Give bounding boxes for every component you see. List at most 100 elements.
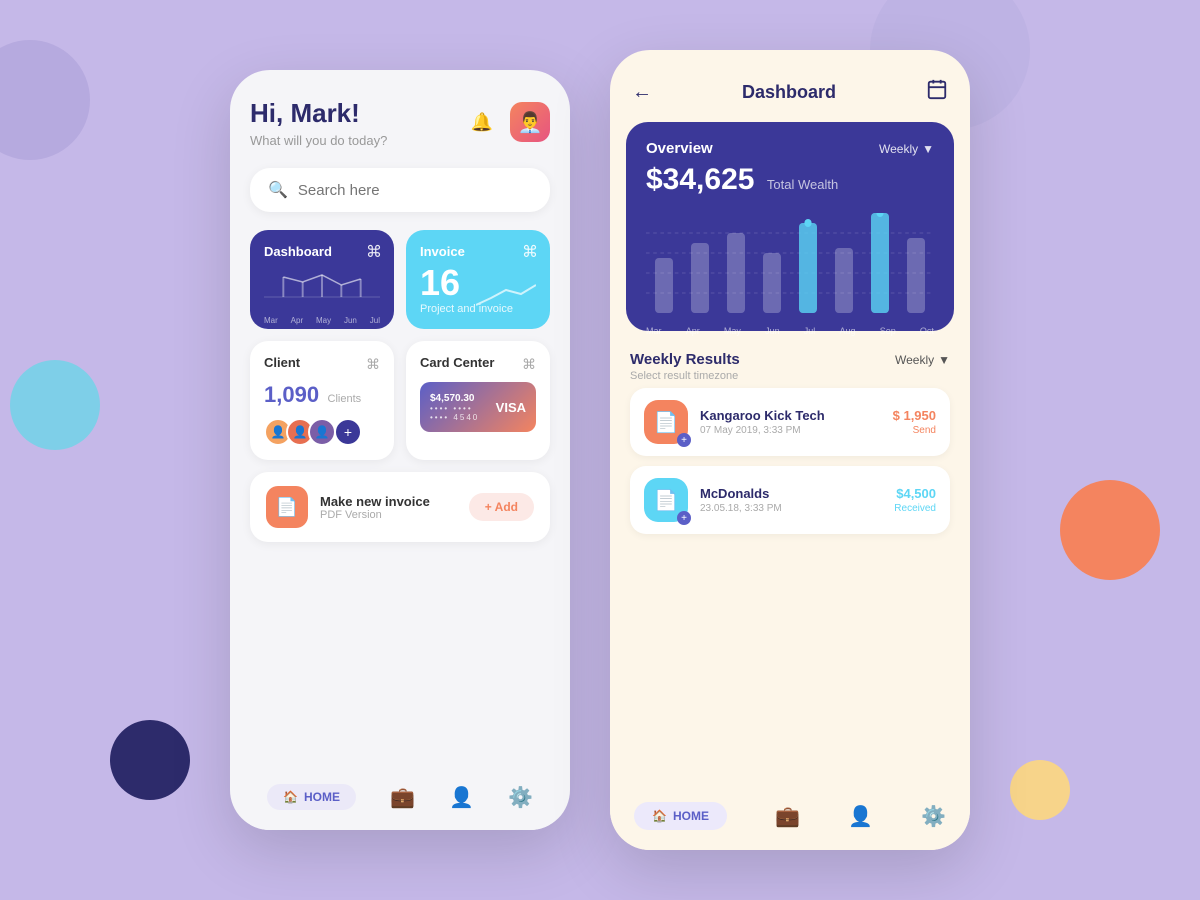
right-nav-work[interactable]: 💼 bbox=[775, 804, 800, 829]
card-center-card[interactable]: Card Center ⌘ $4,570.30 •••• •••• •••• 4… bbox=[406, 341, 550, 460]
make-invoice-row: 📄 Make new invoice PDF Version + Add bbox=[250, 472, 550, 542]
trans-amount-value-1: $ 1,950 bbox=[893, 408, 936, 423]
back-button[interactable]: ← bbox=[632, 81, 652, 104]
dashboard-card-title: Dashboard bbox=[264, 244, 380, 259]
right-briefcase-icon: 💼 bbox=[775, 804, 800, 829]
trans-plus-1: + bbox=[677, 433, 691, 447]
avatar-group: 👤 👤 👤 + bbox=[264, 418, 380, 446]
settings-icon: ⚙️ bbox=[508, 785, 533, 810]
dashboard-chart-labels: Mar Apr May Jun Jul bbox=[264, 316, 380, 325]
weekly-dropdown[interactable]: Weekly ▼ bbox=[879, 142, 934, 156]
right-person-icon: 👤 bbox=[848, 804, 873, 829]
trans-amount-1: $ 1,950 Send bbox=[893, 408, 936, 436]
avatar[interactable]: 👨‍💼 bbox=[510, 102, 550, 142]
greeting-subtitle: What will you do today? bbox=[250, 133, 387, 148]
invoice-card-title: Invoice bbox=[420, 244, 536, 259]
weekly-label: Weekly bbox=[879, 142, 918, 156]
right-nav-home[interactable]: 🏠 HOME bbox=[634, 802, 727, 830]
invoice-curve bbox=[476, 280, 536, 315]
weekly-results-title: Weekly Results bbox=[630, 351, 740, 368]
trans-name-2: McDonalds bbox=[700, 486, 882, 501]
header-icons: 🔔 👨‍💼 bbox=[464, 102, 550, 142]
trans-type-1: Send bbox=[893, 425, 936, 436]
bg-circle-4 bbox=[1060, 480, 1160, 580]
overview-header: Overview Weekly ▼ bbox=[646, 140, 934, 157]
right-phone: ← Dashboard Overview Weekly ▼ bbox=[610, 50, 970, 850]
right-nav-settings[interactable]: ⚙️ bbox=[921, 804, 946, 829]
trans-amount-value-2: $4,500 bbox=[894, 486, 936, 501]
phones-container: Hi, Mark! What will you do today? 🔔 👨‍💼 … bbox=[230, 50, 970, 850]
invoice-card[interactable]: Invoice ⌘ 16 Project and invoice bbox=[406, 230, 550, 329]
right-nav-home-bg: 🏠 HOME bbox=[634, 802, 727, 830]
invoice-row-title: Make new invoice bbox=[320, 494, 457, 509]
trans-icon-2: 📄 + bbox=[644, 478, 688, 522]
nav-work[interactable]: 💼 bbox=[390, 785, 415, 810]
total-row: $34,625 Total Wealth bbox=[646, 163, 934, 197]
avatar-face: 👨‍💼 bbox=[510, 102, 550, 142]
client-card-title: Client bbox=[264, 355, 300, 370]
total-label: Total Wealth bbox=[767, 177, 838, 192]
avatar-plus[interactable]: + bbox=[334, 418, 362, 446]
weekly-results-dropdown[interactable]: Weekly ▼ bbox=[895, 353, 950, 367]
card-center-cmd-icon: ⌘ bbox=[522, 356, 536, 373]
left-phone: Hi, Mark! What will you do today? 🔔 👨‍💼 … bbox=[230, 70, 570, 830]
weekly-results-label: Weekly bbox=[895, 353, 934, 367]
dashboard-chart-svg bbox=[264, 267, 380, 307]
greeting-title: Hi, Mark! bbox=[250, 98, 387, 129]
right-home-label: HOME bbox=[673, 809, 709, 823]
overview-chart: Mar Apr May Jun Jul Aug Sep Oct bbox=[646, 213, 934, 313]
dropdown-arrow: ▼ bbox=[922, 142, 934, 156]
avatar-3: 👤 bbox=[308, 418, 336, 446]
nav-settings[interactable]: ⚙️ bbox=[508, 785, 533, 810]
left-bottom-nav: 🏠 HOME 💼 👤 ⚙️ bbox=[250, 770, 550, 830]
nav-home-bg: 🏠 HOME bbox=[267, 784, 356, 810]
nav-person[interactable]: 👤 bbox=[449, 785, 474, 810]
briefcase-icon: 💼 bbox=[390, 785, 415, 810]
trans-amount-2: $4,500 Received bbox=[894, 486, 936, 514]
trans-info-1: Kangaroo Kick Tech 07 May 2019, 3:33 PM bbox=[700, 408, 881, 436]
person-icon: 👤 bbox=[449, 785, 474, 810]
calendar-icon[interactable] bbox=[926, 78, 948, 106]
cards-grid: Dashboard ⌘ Mar Apr May bbox=[250, 230, 550, 460]
right-nav-person[interactable]: 👤 bbox=[848, 804, 873, 829]
card-visual: $4,570.30 •••• •••• •••• 4540 VISA bbox=[420, 382, 536, 432]
transaction-2: 📄 + McDonalds 23.05.18, 3:33 PM $4,500 R… bbox=[630, 466, 950, 534]
left-header: Hi, Mark! What will you do today? 🔔 👨‍💼 bbox=[250, 98, 550, 148]
weekly-results-section: Weekly Results Select result timezone We… bbox=[610, 347, 970, 556]
dashboard-title: Dashboard bbox=[742, 82, 836, 103]
trans-info-2: McDonalds 23.05.18, 3:33 PM bbox=[700, 486, 882, 514]
weekly-results-sub: Select result timezone bbox=[630, 370, 740, 382]
card-number: •••• •••• •••• 4540 bbox=[430, 404, 496, 422]
bg-circle-1 bbox=[0, 40, 90, 160]
bg-circle-5 bbox=[1010, 760, 1070, 820]
trans-plus-2: + bbox=[677, 511, 691, 525]
search-bar[interactable]: 🔍 bbox=[250, 168, 550, 212]
greeting: Hi, Mark! What will you do today? bbox=[250, 98, 387, 148]
search-input[interactable] bbox=[298, 182, 532, 199]
trans-type-2: Received bbox=[894, 503, 936, 514]
visa-logo: VISA bbox=[496, 400, 526, 415]
right-settings-icon: ⚙️ bbox=[921, 804, 946, 829]
bell-icon[interactable]: 🔔 bbox=[464, 104, 500, 140]
invoice-row-text: Make new invoice PDF Version bbox=[320, 494, 457, 521]
dashboard-card[interactable]: Dashboard ⌘ Mar Apr May bbox=[250, 230, 394, 329]
nav-home[interactable]: 🏠 HOME bbox=[267, 784, 356, 810]
invoice-cmd-icon: ⌘ bbox=[522, 242, 538, 262]
home-icon: 🏠 bbox=[283, 790, 298, 804]
search-icon: 🔍 bbox=[268, 180, 288, 200]
dropdown-dark-arrow: ▼ bbox=[938, 353, 950, 367]
trans-date-1: 07 May 2019, 3:33 PM bbox=[700, 425, 881, 436]
total-amount: $34,625 bbox=[646, 163, 754, 196]
client-card[interactable]: Client ⌘ 1,090 Clients 👤 👤 👤 + bbox=[250, 341, 394, 460]
right-header: ← Dashboard bbox=[610, 50, 970, 122]
chart-month-labels: Mar Apr May Jun Jul Aug Sep Oct bbox=[646, 326, 934, 336]
card-center-title: Card Center bbox=[420, 355, 494, 370]
weekly-results-header: Weekly Results Select result timezone We… bbox=[630, 351, 950, 382]
add-invoice-button[interactable]: + Add bbox=[469, 493, 534, 521]
bg-circle-2 bbox=[10, 360, 100, 450]
client-count-row: 1,090 Clients bbox=[264, 382, 380, 408]
invoice-row-sub: PDF Version bbox=[320, 509, 457, 521]
overview-label: Overview bbox=[646, 140, 713, 157]
trans-name-1: Kangaroo Kick Tech bbox=[700, 408, 881, 423]
overview-card: Overview Weekly ▼ $34,625 Total Wealth bbox=[626, 122, 954, 331]
